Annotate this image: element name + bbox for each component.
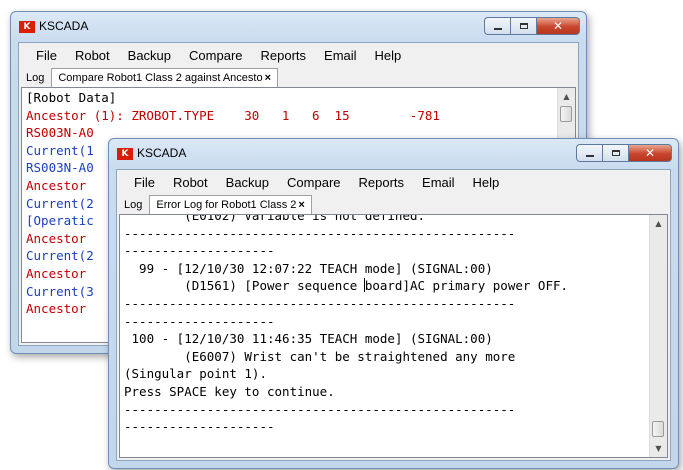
close-button[interactable]: ✕ <box>536 17 580 35</box>
error-log-text-area[interactable]: (E0102) Variable is not defined. --------… <box>119 214 668 458</box>
menu-email[interactable]: Email <box>413 175 464 190</box>
caption-buttons: ✕ <box>576 144 672 162</box>
menu-compare[interactable]: Compare <box>180 48 251 63</box>
menu-backup[interactable]: Backup <box>217 175 278 190</box>
kscada-logo-icon: K <box>19 21 35 33</box>
caption-buttons: ✕ <box>484 17 580 35</box>
minimize-icon <box>493 28 502 30</box>
minimize-icon <box>585 155 594 157</box>
text-line: ----------------------------------------… <box>124 225 516 241</box>
scroll-thumb[interactable] <box>560 106 572 122</box>
menu-reports[interactable]: Reports <box>252 48 316 63</box>
close-button[interactable]: ✕ <box>628 144 672 162</box>
tab-error-log[interactable]: Error Log for Robot1 Class 2 × <box>149 195 312 214</box>
menu-file[interactable]: File <box>27 48 66 63</box>
close-icon: ✕ <box>552 19 564 33</box>
menu-compare[interactable]: Compare <box>278 175 349 190</box>
maximize-icon <box>611 150 620 156</box>
text-line: Press SPACE key to continue. <box>124 383 335 399</box>
text-line: (D1561) [Power sequence board]AC primary… <box>124 278 569 294</box>
tab-label: Compare Robot1 Class 2 against Ancesto <box>58 72 263 84</box>
window-title: KSCADA <box>39 19 89 33</box>
minimize-button[interactable] <box>484 17 510 35</box>
kscada-logo-icon: K <box>117 148 133 160</box>
menu-file[interactable]: File <box>125 175 164 190</box>
text-line: -------------------- <box>124 243 275 259</box>
menu-reports[interactable]: Reports <box>350 175 414 190</box>
maximize-button[interactable] <box>602 144 628 162</box>
menu-help[interactable]: Help <box>366 48 411 63</box>
text-line: 99 - [12/10/30 12:07:22 TEACH mode] (SIG… <box>124 260 493 276</box>
scroll-up-icon[interactable]: ▲ <box>558 88 575 105</box>
tab-close-icon[interactable]: × <box>298 199 304 211</box>
text-line: ----------------------------------------… <box>124 295 516 311</box>
text-line: (E6007) Wrist can't be straightened any … <box>124 348 516 364</box>
text-line: Ancestor (1): ZROBOT.TYPE 30 1 6 15 -781 <box>26 107 440 123</box>
menu-robot[interactable]: Robot <box>66 48 119 63</box>
error-log-lines: (E0102) Variable is not defined. --------… <box>124 214 647 436</box>
scroll-thumb[interactable] <box>652 421 664 437</box>
text-line: (E0102) Variable is not defined. <box>124 214 426 223</box>
text-line: -------------------- <box>124 419 275 435</box>
text-caret <box>363 278 365 293</box>
tab-compare[interactable]: Compare Robot1 Class 2 against Ancesto × <box>51 68 279 87</box>
menu-bar: File Robot Backup Compare Reports Email … <box>117 170 670 194</box>
title-bar[interactable]: K KSCADA ✕ <box>11 12 586 42</box>
text-line: ----------------------------------------… <box>124 401 516 417</box>
scroll-down-icon[interactable]: ▼ <box>650 440 667 457</box>
menu-bar: File Robot Backup Compare Reports Email … <box>19 43 578 67</box>
menu-help[interactable]: Help <box>464 175 509 190</box>
tab-bar: Log Compare Robot1 Class 2 against Ances… <box>19 67 578 87</box>
menu-robot[interactable]: Robot <box>164 175 217 190</box>
menu-email[interactable]: Email <box>315 48 366 63</box>
text-line: -------------------- <box>124 313 275 329</box>
tab-log[interactable]: Log <box>19 68 51 87</box>
close-icon: ✕ <box>644 146 656 160</box>
maximize-button[interactable] <box>510 17 536 35</box>
client-area: File Robot Backup Compare Reports Email … <box>116 169 671 461</box>
text-line: 100 - [12/10/30 11:46:35 TEACH mode] (SI… <box>124 331 493 347</box>
window-title: KSCADA <box>137 146 187 160</box>
tab-bar: Log Error Log for Robot1 Class 2 × <box>117 194 670 214</box>
tab-log[interactable]: Log <box>117 195 149 214</box>
tab-close-icon[interactable]: × <box>265 72 271 84</box>
menu-backup[interactable]: Backup <box>119 48 180 63</box>
tab-label: Error Log for Robot1 Class 2 <box>156 199 297 211</box>
maximize-icon <box>519 23 528 29</box>
scroll-up-icon[interactable]: ▲ <box>650 215 667 232</box>
vertical-scrollbar[interactable]: ▲ ▼ <box>649 215 667 457</box>
title-bar[interactable]: K KSCADA ✕ <box>109 139 678 169</box>
text-line: [Robot Data] <box>26 90 117 105</box>
text-line: (Singular point 1). <box>124 366 267 382</box>
minimize-button[interactable] <box>576 144 602 162</box>
front-window: K KSCADA ✕ File Robot Backup Compare Rep… <box>108 138 679 469</box>
